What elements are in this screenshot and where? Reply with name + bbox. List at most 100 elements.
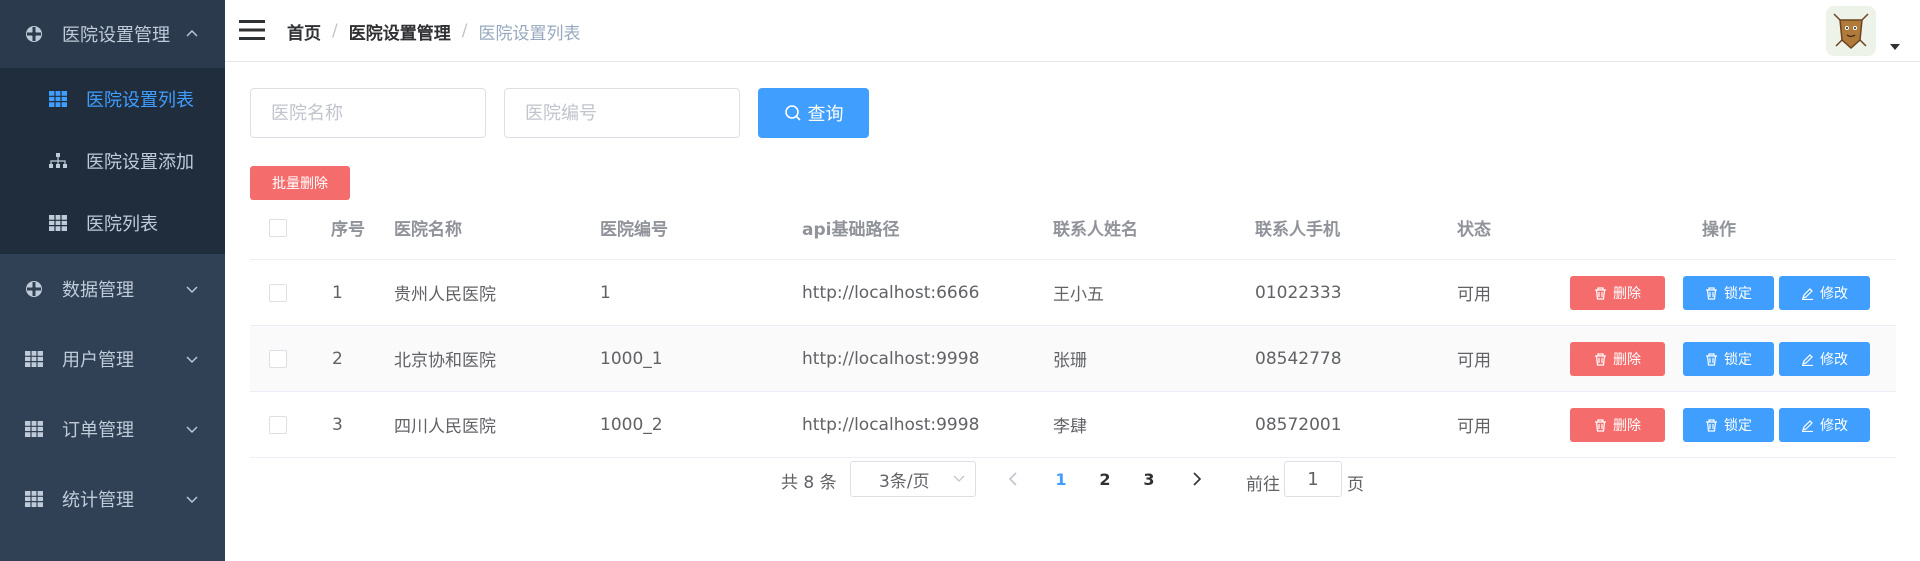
delete-label: 删除 (1613, 352, 1641, 368)
row-checkbox[interactable] (269, 415, 287, 434)
column-header: 状态 (1457, 220, 1491, 240)
menu-label: 订单管理 (62, 420, 134, 441)
column-header: 操作 (1702, 220, 1736, 240)
cell-contact: 李肆 (1053, 417, 1087, 437)
app: 医院设置管理 医院设置列表 医院设置添加 医院列表 数据管理 用户管理 订单管理… (0, 0, 1920, 561)
delete-label: 删除 (1613, 418, 1641, 434)
caret-down-icon[interactable] (1890, 43, 1900, 51)
cell-status: 可用 (1457, 285, 1491, 305)
cell-status: 可用 (1457, 417, 1491, 437)
breadcrumb-separator: / (461, 21, 468, 41)
delete-button[interactable]: 删除 (1570, 408, 1665, 442)
goto-page-input[interactable] (1284, 461, 1342, 497)
cell-api: http://localhost:6666 (802, 282, 980, 303)
search-icon (784, 105, 801, 121)
hospital-settings-table: 序号 医院名称 医院编号 api基础路径 联系人姓名 联系人手机 状态 操作 1… (250, 196, 1896, 458)
submenu-hospital-settings: 医院设置列表 医院设置添加 医院列表 (0, 68, 225, 254)
column-header: 联系人手机 (1255, 220, 1340, 240)
settings-icon (24, 279, 44, 299)
lock-button[interactable]: 锁定 (1683, 408, 1774, 442)
edit-button[interactable]: 修改 (1779, 408, 1870, 442)
cell-status: 可用 (1457, 351, 1491, 371)
table-header: 序号 医院名称 医院编号 api基础路径 联系人姓名 联系人手机 状态 操作 (250, 196, 1896, 260)
cell-phone: 08572001 (1255, 414, 1342, 435)
sidebar-item-label: 医院设置添加 (86, 152, 194, 173)
chevron-left-icon (1008, 472, 1017, 486)
chevron-down-icon (186, 286, 198, 293)
page-number[interactable]: 1 (1044, 461, 1078, 497)
chevron-right-icon (1193, 472, 1202, 486)
chevron-down-icon (186, 356, 198, 363)
pencil-icon (1802, 287, 1813, 300)
table-row: 3 四川人民医院 1000_2 http://localhost:9998 李肆… (250, 392, 1896, 458)
edit-button[interactable]: 修改 (1779, 276, 1870, 310)
cell-code: 1000_1 (600, 348, 663, 369)
column-header: api基础路径 (802, 220, 900, 240)
delete-button[interactable]: 删除 (1570, 276, 1665, 310)
menu-order-management[interactable]: 订单管理 (0, 394, 225, 464)
chevron-down-icon (186, 496, 198, 503)
chevron-up-icon (186, 30, 198, 37)
hamburger-icon[interactable] (239, 18, 265, 42)
sitemap-icon (48, 151, 68, 171)
cell-contact: 王小五 (1053, 285, 1104, 305)
delete-label: 删除 (1613, 286, 1641, 302)
hospital-code-input[interactable] (504, 88, 740, 138)
sidebar-item-label: 医院设置列表 (86, 90, 194, 111)
table-icon (24, 419, 44, 439)
avatar-image (1826, 6, 1876, 56)
breadcrumb-home[interactable]: 首页 (287, 19, 321, 44)
grid-icon (48, 213, 68, 233)
sidebar-item-hospital-list[interactable]: 医院列表 (0, 192, 225, 254)
lock-label: 锁定 (1724, 352, 1752, 368)
delete-button[interactable]: 删除 (1570, 342, 1665, 376)
column-header: 联系人姓名 (1053, 220, 1138, 240)
cell-name: 四川人民医院 (394, 417, 496, 437)
breadcrumb-separator: / (332, 21, 338, 41)
cell-name: 贵州人民医院 (394, 285, 496, 305)
prev-page-button[interactable] (996, 461, 1030, 497)
pagination-total: 共 8 条 (781, 473, 837, 493)
edit-label: 修改 (1820, 352, 1848, 368)
menu-statistics-management[interactable]: 统计管理 (0, 464, 225, 534)
page-number[interactable]: 2 (1088, 461, 1122, 497)
batch-delete-button[interactable]: 批量删除 (250, 166, 350, 200)
lock-label: 锁定 (1724, 286, 1752, 302)
lock-button[interactable]: 锁定 (1683, 342, 1774, 376)
next-page-button[interactable] (1180, 461, 1214, 497)
cell-phone: 08542778 (1255, 348, 1342, 369)
sidebar-item-hospital-settings-list[interactable]: 医院设置列表 (0, 68, 225, 130)
menu-data-management[interactable]: 数据管理 (0, 254, 225, 324)
cell-api: http://localhost:9998 (802, 348, 980, 369)
row-checkbox[interactable] (269, 283, 287, 302)
lock-button[interactable]: 锁定 (1683, 276, 1774, 310)
table-icon (24, 489, 44, 509)
row-checkbox[interactable] (269, 349, 287, 368)
select-all-checkbox[interactable] (269, 218, 287, 237)
page-number[interactable]: 3 (1132, 461, 1166, 497)
cell-code: 1000_2 (600, 414, 663, 435)
hospital-name-input[interactable] (250, 88, 486, 138)
edit-button[interactable]: 修改 (1779, 342, 1870, 376)
goto-label: 前往 (1246, 475, 1280, 495)
settings-icon (24, 24, 44, 44)
menu-label: 用户管理 (62, 350, 134, 371)
avatar[interactable] (1826, 6, 1876, 56)
menu-hospital-settings[interactable]: 医院设置管理 (0, 0, 225, 68)
sidebar-item-hospital-settings-add[interactable]: 医院设置添加 (0, 130, 225, 192)
page-size-select[interactable]: 3条/页 (850, 461, 976, 497)
query-button[interactable]: 查询 (758, 88, 869, 138)
breadcrumb-current: 医院设置列表 (478, 23, 581, 44)
breadcrumb-hospital-settings[interactable]: 医院设置管理 (349, 19, 451, 44)
column-header: 医院编号 (600, 220, 668, 240)
menu-user-management[interactable]: 用户管理 (0, 324, 225, 394)
cell-api: http://localhost:9998 (802, 414, 980, 435)
sidebar: 医院设置管理 医院设置列表 医院设置添加 医院列表 数据管理 用户管理 订单管理… (0, 0, 225, 561)
cell-code: 1 (600, 282, 611, 303)
menu-label: 数据管理 (62, 280, 134, 301)
top-navbar: 首页 / 医院设置管理 / 医院设置列表 (225, 0, 1920, 62)
cell-index: 1 (332, 282, 343, 303)
pencil-icon (1802, 353, 1813, 366)
trash-icon (1706, 418, 1717, 432)
table-row: 2 北京协和医院 1000_1 http://localhost:9998 张珊… (250, 326, 1896, 392)
